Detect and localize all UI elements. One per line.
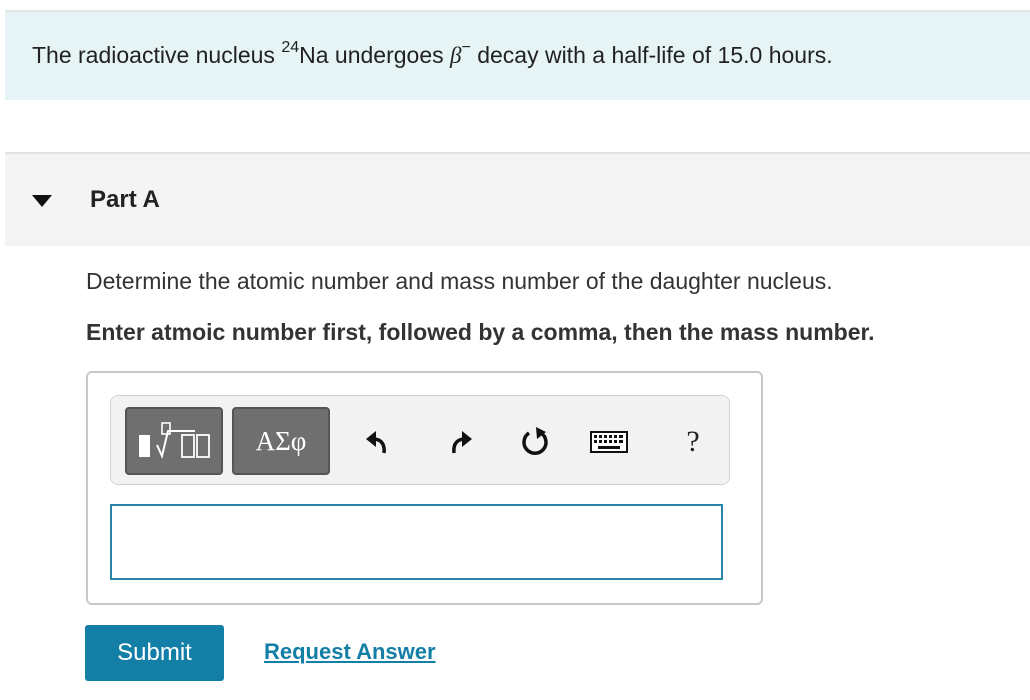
keyboard-button[interactable] (589, 424, 629, 460)
help-button[interactable]: ? (673, 424, 713, 460)
math-toolbar: ΑΣφ ? (110, 395, 730, 485)
instruction-text: Enter atmoic number first, followed by a… (86, 319, 875, 345)
request-answer-link[interactable]: Request Answer (264, 639, 436, 665)
templates-button[interactable] (125, 407, 223, 475)
intro-prefix: The radioactive nucleus (32, 42, 282, 68)
part-title: Part A (90, 186, 160, 213)
problem-text: The radioactive nucleus 24Na undergoes β… (32, 39, 833, 69)
greek-symbols-button[interactable]: ΑΣφ (232, 407, 330, 475)
element-symbol: Na (299, 42, 329, 68)
submit-button[interactable]: Submit (85, 625, 224, 681)
answer-area: ΑΣφ ? (86, 371, 763, 605)
undo-button[interactable] (359, 424, 399, 460)
answer-input[interactable] (110, 504, 723, 580)
problem-statement: The radioactive nucleus 24Na undergoes β… (5, 10, 1030, 100)
reset-icon (522, 427, 548, 455)
reset-button[interactable] (515, 424, 555, 460)
redo-icon (452, 431, 472, 454)
caret-down-icon[interactable] (32, 195, 52, 207)
beta-minus-symbol: β− (450, 40, 471, 68)
question-text: Determine the atomic number and mass num… (86, 268, 833, 294)
part-a-header[interactable]: Part A (5, 152, 1030, 246)
undo-icon (366, 431, 386, 454)
redo-button[interactable] (439, 424, 479, 460)
intro-suffix: decay with a half-life of 15.0 hours. (470, 42, 833, 68)
beta-letter: β (450, 43, 462, 68)
templates-icon (139, 422, 210, 460)
keyboard-icon (590, 431, 628, 453)
mass-number-superscript: 24 (281, 39, 300, 57)
intro-middle: undergoes (328, 42, 450, 68)
beta-charge: − (461, 39, 471, 57)
